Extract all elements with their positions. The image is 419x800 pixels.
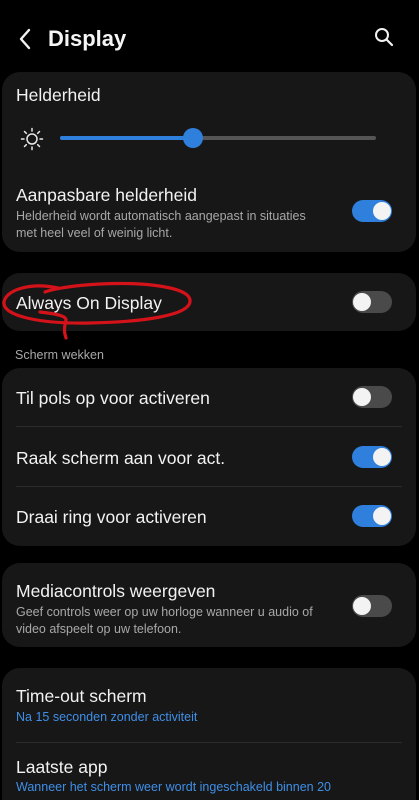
search-icon	[375, 28, 394, 47]
wake-item-2-label: Draai ring voor activeren	[16, 507, 207, 527]
toggle-knob	[373, 202, 391, 220]
media-controls-line2: video afspeelt op uw telefoon.	[16, 622, 182, 636]
toggle-knob	[353, 388, 371, 406]
chevron-left-icon	[19, 28, 31, 50]
wake-item-2-toggle[interactable]	[352, 505, 392, 527]
toggle-knob	[353, 597, 371, 615]
adaptive-brightness-toggle[interactable]	[352, 200, 392, 222]
toggle-knob	[373, 507, 391, 525]
wake-item-1-label: Raak scherm aan voor act.	[16, 448, 226, 468]
app-header: Display	[0, 0, 419, 72]
wake-item-1-toggle[interactable]	[352, 446, 392, 468]
red-circle-annotation	[2, 281, 192, 340]
adaptive-brightness-line2: met heel veel of weinig licht.	[16, 226, 173, 240]
back-button[interactable]	[10, 24, 40, 54]
media-controls-card[interactable]: Mediacontrols weergeven Geef controls we…	[2, 563, 416, 647]
media-controls-line1: Geef controls weer op uw horloge wanneer…	[16, 605, 313, 619]
toggle-knob	[373, 448, 391, 466]
divider	[16, 742, 402, 743]
media-controls-title: Mediacontrols weergeven	[16, 581, 216, 601]
divider	[16, 486, 402, 487]
wake-screen-card: Til pols op voor activeren Raak scherm a…	[2, 368, 416, 546]
brightness-slider[interactable]	[60, 128, 376, 148]
media-controls-toggle[interactable]	[352, 595, 392, 617]
scherm-wekken-label: Scherm wekken	[15, 348, 104, 362]
adaptive-brightness-title: Aanpasbare helderheid	[16, 185, 197, 205]
toggle-knob	[353, 293, 371, 311]
sun-icon	[20, 127, 44, 151]
brightness-slider-fill	[60, 136, 193, 140]
brightness-slider-thumb[interactable]	[182, 128, 203, 148]
timeout-card: Time-out scherm Na 15 seconden zonder ac…	[2, 668, 416, 800]
brightness-card: Helderheid Aanpasbare helderheid Helderh…	[2, 72, 416, 252]
divider	[16, 426, 402, 427]
adaptive-brightness-line1: Helderheid wordt automatisch aangepast i…	[16, 209, 306, 223]
brightness-title: Helderheid	[16, 85, 101, 105]
always-on-display-toggle[interactable]	[352, 291, 392, 313]
wake-item-0-label: Til pols op voor activeren	[16, 388, 210, 408]
page-title: Display	[48, 26, 127, 51]
timeout-title[interactable]: Time-out scherm	[16, 686, 147, 707]
search-button[interactable]	[371, 24, 397, 50]
timeout-value: Na 15 seconden zonder activiteit	[16, 710, 198, 724]
last-app-title[interactable]: Laatste app	[16, 757, 107, 778]
last-app-value: Wanneer het scherm weer wordt ingeschake…	[16, 780, 331, 794]
wake-item-0-toggle[interactable]	[352, 386, 392, 408]
